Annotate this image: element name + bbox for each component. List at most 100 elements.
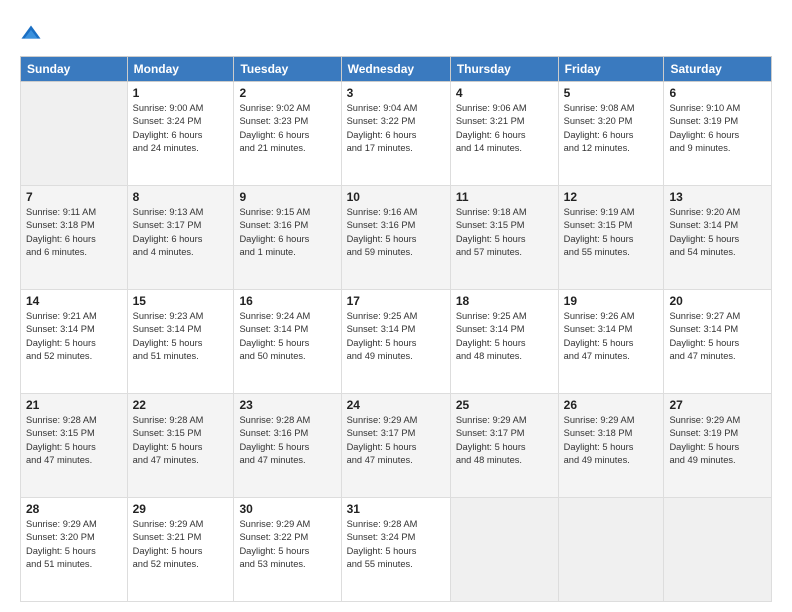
day-info: Sunrise: 9:29 AM Sunset: 3:17 PM Dayligh… — [347, 414, 445, 468]
day-info: Sunrise: 9:11 AM Sunset: 3:18 PM Dayligh… — [26, 206, 122, 260]
calendar-week-4: 21 Sunrise: 9:28 AM Sunset: 3:15 PM Dayli… — [21, 394, 772, 498]
calendar-cell: 18 Sunrise: 9:25 AM Sunset: 3:14 PM Dayli… — [450, 290, 558, 394]
calendar-cell: 7 Sunrise: 9:11 AM Sunset: 3:18 PM Daylig… — [21, 186, 128, 290]
day-number: 30 — [239, 502, 335, 516]
day-number: 3 — [347, 86, 445, 100]
day-number: 26 — [564, 398, 659, 412]
day-number: 27 — [669, 398, 766, 412]
calendar-header-row: SundayMondayTuesdayWednesdayThursdayFrid… — [21, 57, 772, 82]
day-number: 10 — [347, 190, 445, 204]
day-number: 12 — [564, 190, 659, 204]
day-number: 8 — [133, 190, 229, 204]
day-info: Sunrise: 9:29 AM Sunset: 3:17 PM Dayligh… — [456, 414, 553, 468]
weekday-header-wednesday: Wednesday — [341, 57, 450, 82]
day-info: Sunrise: 9:23 AM Sunset: 3:14 PM Dayligh… — [133, 310, 229, 364]
weekday-header-monday: Monday — [127, 57, 234, 82]
day-number: 23 — [239, 398, 335, 412]
calendar-cell: 13Sunrise: 9:20 AM Sunset: 3:14 PM Dayli… — [664, 186, 772, 290]
weekday-header-sunday: Sunday — [21, 57, 128, 82]
day-number: 22 — [133, 398, 229, 412]
calendar-cell: 11 Sunrise: 9:18 AM Sunset: 3:15 PM Dayli… — [450, 186, 558, 290]
day-info: Sunrise: 9:25 AM Sunset: 3:14 PM Dayligh… — [347, 310, 445, 364]
calendar-week-5: 28 Sunrise: 9:29 AM Sunset: 3:20 PM Dayli… — [21, 498, 772, 602]
calendar-cell: 9 Sunrise: 9:15 AM Sunset: 3:16 PM Daylig… — [234, 186, 341, 290]
calendar-week-2: 7 Sunrise: 9:11 AM Sunset: 3:18 PM Daylig… — [21, 186, 772, 290]
calendar-cell: 29Sunrise: 9:29 AM Sunset: 3:21 PM Dayli… — [127, 498, 234, 602]
calendar-cell: 31Sunrise: 9:28 AM Sunset: 3:24 PM Dayli… — [341, 498, 450, 602]
day-info: Sunrise: 9:13 AM Sunset: 3:17 PM Dayligh… — [133, 206, 229, 260]
calendar-cell: 8 Sunrise: 9:13 AM Sunset: 3:17 PM Daylig… — [127, 186, 234, 290]
day-number: 5 — [564, 86, 659, 100]
calendar-cell: 27Sunrise: 9:29 AM Sunset: 3:19 PM Dayli… — [664, 394, 772, 498]
day-info: Sunrise: 9:25 AM Sunset: 3:14 PM Dayligh… — [456, 310, 553, 364]
day-info: Sunrise: 9:29 AM Sunset: 3:21 PM Dayligh… — [133, 518, 229, 572]
header — [20, 18, 772, 46]
day-number: 21 — [26, 398, 122, 412]
day-info: Sunrise: 9:02 AM Sunset: 3:23 PM Dayligh… — [239, 102, 335, 156]
day-number: 7 — [26, 190, 122, 204]
day-info: Sunrise: 9:10 AM Sunset: 3:19 PM Dayligh… — [669, 102, 766, 156]
day-number: 13 — [669, 190, 766, 204]
calendar-cell: 3 Sunrise: 9:04 AM Sunset: 3:22 PM Daylig… — [341, 82, 450, 186]
day-info: Sunrise: 9:16 AM Sunset: 3:16 PM Dayligh… — [347, 206, 445, 260]
day-number: 11 — [456, 190, 553, 204]
day-info: Sunrise: 9:06 AM Sunset: 3:21 PM Dayligh… — [456, 102, 553, 156]
day-number: 9 — [239, 190, 335, 204]
day-info: Sunrise: 9:15 AM Sunset: 3:16 PM Dayligh… — [239, 206, 335, 260]
day-number: 15 — [133, 294, 229, 308]
calendar-cell: 21 Sunrise: 9:28 AM Sunset: 3:15 PM Dayli… — [21, 394, 128, 498]
calendar-week-3: 14 Sunrise: 9:21 AM Sunset: 3:14 PM Dayli… — [21, 290, 772, 394]
day-info: Sunrise: 9:28 AM Sunset: 3:15 PM Dayligh… — [26, 414, 122, 468]
day-number: 16 — [239, 294, 335, 308]
calendar-cell: 17Sunrise: 9:25 AM Sunset: 3:14 PM Dayli… — [341, 290, 450, 394]
calendar-cell — [558, 498, 664, 602]
day-info: Sunrise: 9:26 AM Sunset: 3:14 PM Dayligh… — [564, 310, 659, 364]
day-number: 31 — [347, 502, 445, 516]
day-info: Sunrise: 9:27 AM Sunset: 3:14 PM Dayligh… — [669, 310, 766, 364]
calendar-week-1: 1 Sunrise: 9:00 AM Sunset: 3:24 PM Daylig… — [21, 82, 772, 186]
calendar-cell: 16 Sunrise: 9:24 AM Sunset: 3:14 PM Dayli… — [234, 290, 341, 394]
day-number: 25 — [456, 398, 553, 412]
calendar-cell: 28 Sunrise: 9:29 AM Sunset: 3:20 PM Dayli… — [21, 498, 128, 602]
calendar: SundayMondayTuesdayWednesdayThursdayFrid… — [20, 56, 772, 602]
calendar-cell: 12Sunrise: 9:19 AM Sunset: 3:15 PM Dayli… — [558, 186, 664, 290]
logo-icon — [20, 24, 42, 46]
day-number: 19 — [564, 294, 659, 308]
day-info: Sunrise: 9:29 AM Sunset: 3:22 PM Dayligh… — [239, 518, 335, 572]
day-info: Sunrise: 9:00 AM Sunset: 3:24 PM Dayligh… — [133, 102, 229, 156]
day-number: 28 — [26, 502, 122, 516]
day-info: Sunrise: 9:29 AM Sunset: 3:20 PM Dayligh… — [26, 518, 122, 572]
calendar-cell: 2 Sunrise: 9:02 AM Sunset: 3:23 PM Daylig… — [234, 82, 341, 186]
day-number: 2 — [239, 86, 335, 100]
day-number: 20 — [669, 294, 766, 308]
day-info: Sunrise: 9:08 AM Sunset: 3:20 PM Dayligh… — [564, 102, 659, 156]
day-info: Sunrise: 9:18 AM Sunset: 3:15 PM Dayligh… — [456, 206, 553, 260]
day-info: Sunrise: 9:04 AM Sunset: 3:22 PM Dayligh… — [347, 102, 445, 156]
day-number: 24 — [347, 398, 445, 412]
day-info: Sunrise: 9:21 AM Sunset: 3:14 PM Dayligh… — [26, 310, 122, 364]
day-info: Sunrise: 9:28 AM Sunset: 3:16 PM Dayligh… — [239, 414, 335, 468]
weekday-header-friday: Friday — [558, 57, 664, 82]
weekday-header-tuesday: Tuesday — [234, 57, 341, 82]
calendar-cell: 5 Sunrise: 9:08 AM Sunset: 3:20 PM Daylig… — [558, 82, 664, 186]
calendar-cell: 14 Sunrise: 9:21 AM Sunset: 3:14 PM Dayli… — [21, 290, 128, 394]
calendar-cell: 19 Sunrise: 9:26 AM Sunset: 3:14 PM Dayli… — [558, 290, 664, 394]
calendar-cell: 10 Sunrise: 9:16 AM Sunset: 3:16 PM Dayli… — [341, 186, 450, 290]
calendar-cell: 4Sunrise: 9:06 AM Sunset: 3:21 PM Daylig… — [450, 82, 558, 186]
calendar-cell: 24 Sunrise: 9:29 AM Sunset: 3:17 PM Dayli… — [341, 394, 450, 498]
calendar-cell: 20 Sunrise: 9:27 AM Sunset: 3:14 PM Dayli… — [664, 290, 772, 394]
calendar-cell: 25 Sunrise: 9:29 AM Sunset: 3:17 PM Dayli… — [450, 394, 558, 498]
calendar-cell — [664, 498, 772, 602]
calendar-cell — [21, 82, 128, 186]
day-info: Sunrise: 9:24 AM Sunset: 3:14 PM Dayligh… — [239, 310, 335, 364]
day-number: 18 — [456, 294, 553, 308]
calendar-cell: 23 Sunrise: 9:28 AM Sunset: 3:16 PM Dayli… — [234, 394, 341, 498]
day-number: 14 — [26, 294, 122, 308]
day-number: 1 — [133, 86, 229, 100]
calendar-cell: 15 Sunrise: 9:23 AM Sunset: 3:14 PM Dayli… — [127, 290, 234, 394]
day-info: Sunrise: 9:29 AM Sunset: 3:18 PM Dayligh… — [564, 414, 659, 468]
page: SundayMondayTuesdayWednesdayThursdayFrid… — [0, 0, 792, 612]
weekday-header-thursday: Thursday — [450, 57, 558, 82]
calendar-cell — [450, 498, 558, 602]
calendar-cell: 30 Sunrise: 9:29 AM Sunset: 3:22 PM Dayli… — [234, 498, 341, 602]
